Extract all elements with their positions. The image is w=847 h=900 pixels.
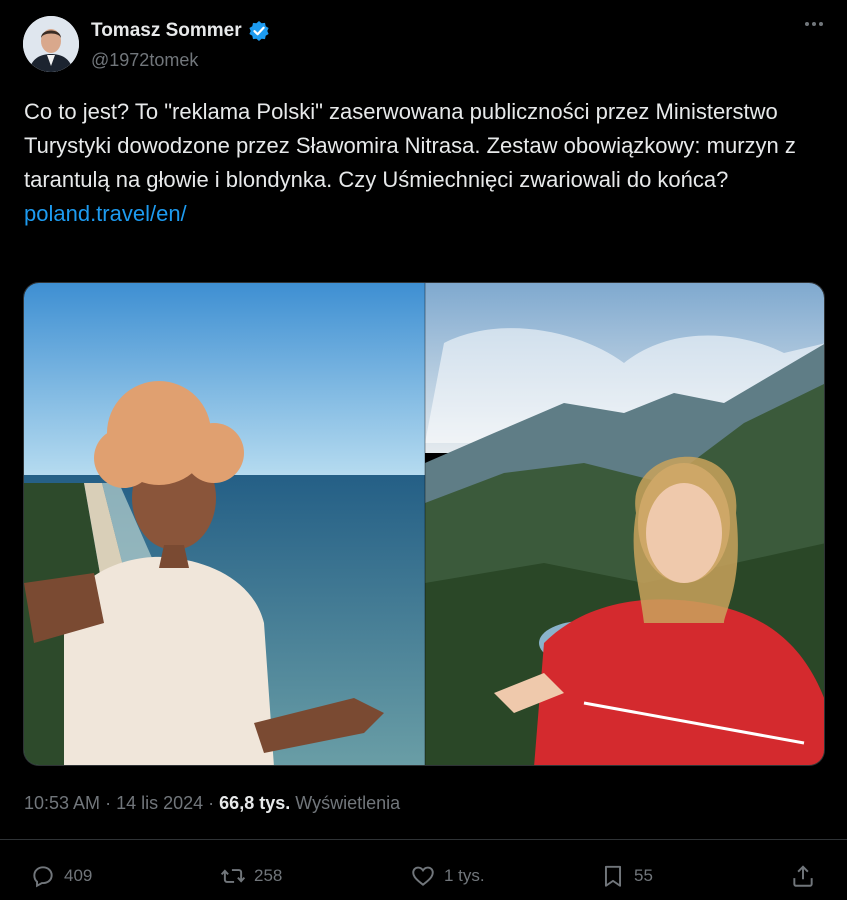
tweet-date[interactable]: 14 lis 2024 <box>116 793 203 813</box>
verified-badge-icon[interactable] <box>248 20 270 42</box>
divider <box>0 839 847 840</box>
tweet-text: Co to jest? To "reklama Polski" zaserwow… <box>24 99 796 192</box>
reply-icon <box>33 866 53 888</box>
bookmark-icon <box>604 865 622 887</box>
tweet-time[interactable]: 10:53 AM <box>24 793 100 813</box>
repost-button[interactable]: 258 <box>220 856 282 896</box>
reply-count: 409 <box>64 866 93 885</box>
tweet-media-image[interactable] <box>23 282 825 766</box>
views-count: 66,8 tys. <box>219 793 291 813</box>
tweet-meta: 10:53 AM · 14 lis 2024 · 66,8 tys. Wyświ… <box>24 793 400 814</box>
bookmark-count: 55 <box>634 866 653 885</box>
like-count: 1 tys. <box>444 866 485 885</box>
like-icon <box>412 866 434 886</box>
author-name[interactable]: Tomasz Sommer <box>91 20 242 42</box>
right-photo-mountains <box>425 283 824 765</box>
meta-separator: · <box>105 793 117 813</box>
author-name-row[interactable]: Tomasz Sommer <box>91 20 270 42</box>
repost-icon <box>220 869 246 883</box>
reply-button[interactable]: 409 <box>30 856 92 896</box>
bookmark-button[interactable]: 55 <box>600 856 653 896</box>
like-button[interactable]: 1 tys. <box>410 856 485 896</box>
tweet-actions: 409 258 1 tys. 55 <box>0 856 847 896</box>
author-handle[interactable]: @1972tomek <box>91 50 198 71</box>
more-icon[interactable] <box>805 22 823 26</box>
left-photo-coast <box>24 283 425 765</box>
share-icon <box>793 865 813 887</box>
views-label: Wyświetlenia <box>295 793 401 813</box>
repost-count: 258 <box>254 866 283 885</box>
tweet-link[interactable]: poland.travel/en/ <box>24 197 814 231</box>
tweet-body: Co to jest? To "reklama Polski" zaserwow… <box>24 95 814 231</box>
share-button[interactable] <box>790 856 816 896</box>
meta-separator: · <box>208 793 220 813</box>
author-avatar[interactable] <box>23 16 79 72</box>
